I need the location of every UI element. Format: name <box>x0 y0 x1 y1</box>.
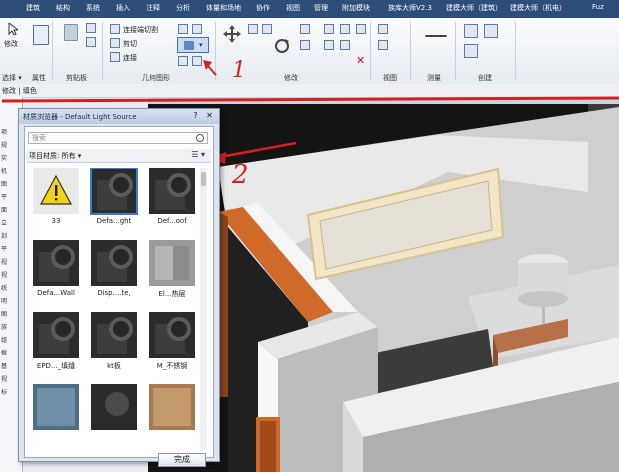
done-button[interactable]: 完成 <box>158 453 206 467</box>
material-item[interactable]: Def...oof <box>149 168 195 234</box>
material-name: kt板 <box>107 362 121 370</box>
material-thumbnail[interactable] <box>149 312 195 358</box>
dialog-title-bar[interactable]: 材质浏览器 - Default Light Source ? ✕ <box>19 109 219 124</box>
material-thumbnail[interactable] <box>91 240 137 286</box>
material-box-icon <box>149 240 195 286</box>
search-icon[interactable] <box>196 134 204 142</box>
material-item[interactable]: 33 <box>33 168 79 234</box>
material-thumbnail[interactable] <box>149 240 195 286</box>
material-name: Defa...Wall <box>37 289 75 297</box>
warning-icon <box>39 174 73 205</box>
material-tile-icon <box>91 384 137 430</box>
material-tile-icon <box>149 384 195 430</box>
search-placeholder: 搜索 <box>32 134 46 142</box>
material-item[interactable]: Defa...Wall <box>33 240 79 306</box>
revit-window: 建筑 结构 系统 插入 注释 分析 体量和场地 协作 视图 管理 附加模块 族库大师V2.3 建模大师（… <box>0 0 619 472</box>
material-sphere-icon <box>149 312 195 358</box>
material-thumbnail[interactable] <box>91 312 137 358</box>
material-sphere-icon <box>91 312 137 358</box>
material-thumbnail[interactable] <box>91 384 137 430</box>
material-name: Defa...ght <box>96 217 132 225</box>
material-tile-icon <box>33 384 79 430</box>
annotation-number-1: 1 <box>232 58 246 83</box>
material-item[interactable] <box>149 384 195 446</box>
material-name: Def...oof <box>157 217 187 225</box>
library-filter-dropdown[interactable]: 项目材质: 所有 ▾ <box>29 151 81 161</box>
annotation-number-2: 2 <box>232 160 249 190</box>
dialog-title: 材质浏览器 - Default Light Source <box>23 113 137 121</box>
material-name: EPD..._填缝 <box>36 362 76 370</box>
material-grid-scrollbar[interactable] <box>200 168 207 450</box>
search-input[interactable]: 搜索 <box>28 132 208 144</box>
material-sphere-icon <box>33 312 79 358</box>
material-item[interactable]: EPD..._填缝 <box>33 312 79 378</box>
view-options-icon[interactable]: ☰ ▾ <box>191 150 205 159</box>
material-sphere-icon <box>91 168 137 214</box>
material-name: M_不锈钢 <box>156 362 188 370</box>
material-item[interactable]: kt板 <box>91 312 137 378</box>
material-name: Disp....te, <box>97 289 131 297</box>
library-filter-row: 项目材质: 所有 ▾ ☰ ▾ <box>27 149 211 163</box>
material-item[interactable]: Defa...ght <box>90 168 138 234</box>
material-item[interactable]: M_不锈钢 <box>149 312 195 378</box>
material-thumbnail[interactable] <box>33 240 79 286</box>
material-item[interactable] <box>91 384 137 446</box>
material-grid: 33 Defa...ght Def...oof Defa...Wall Disp....… <box>33 168 205 446</box>
help-icon[interactable]: ? <box>190 111 201 121</box>
material-sphere-icon <box>33 240 79 286</box>
material-thumbnail[interactable] <box>33 312 79 358</box>
material-thumbnail[interactable] <box>149 168 195 214</box>
material-item[interactable]: El...热层 <box>149 240 195 306</box>
material-sphere-icon <box>91 240 137 286</box>
material-thumbnail[interactable] <box>33 384 79 430</box>
material-item[interactable]: Disp....te, <box>91 240 137 306</box>
material-name: El...热层 <box>158 290 186 298</box>
dialog-body: 搜索 项目材质: 所有 ▾ ☰ ▾ 33 Defa...ght Def...oof D… <box>24 126 214 467</box>
material-browser-dialog: 材质浏览器 - Default Light Source ? ✕ 搜索 项目材质… <box>18 108 220 467</box>
close-icon[interactable]: ✕ <box>204 111 215 121</box>
material-item[interactable] <box>33 384 79 446</box>
material-thumbnail[interactable] <box>33 168 79 214</box>
material-thumbnail[interactable] <box>149 384 195 430</box>
scrollbar-thumb[interactable] <box>201 172 206 186</box>
material-thumbnail[interactable] <box>90 168 138 215</box>
material-sphere-icon <box>149 168 195 214</box>
material-name: 33 <box>51 217 61 225</box>
